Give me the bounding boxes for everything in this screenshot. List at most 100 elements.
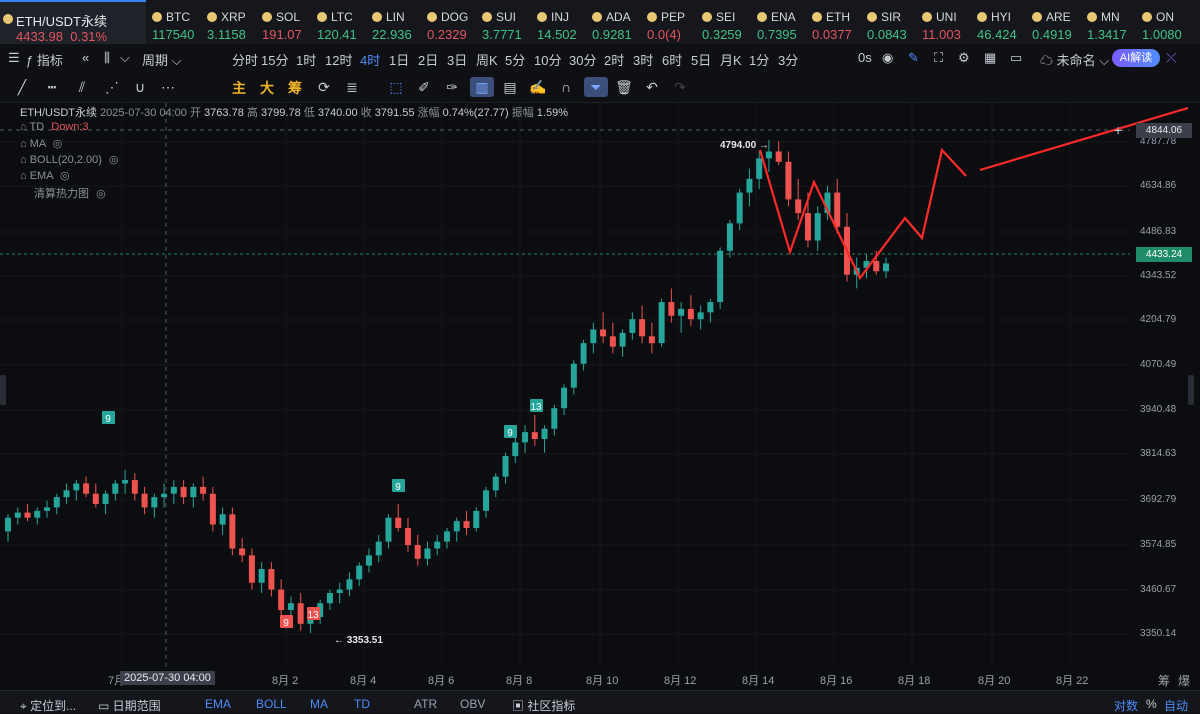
locate-button[interactable]: ⌖ 定位到... [20, 697, 76, 714]
chips-axis-label[interactable]: 筹 [1158, 672, 1170, 689]
candles-tool-icon[interactable]: ▥ [470, 77, 494, 97]
brush-icon[interactable]: ✑ [442, 77, 462, 97]
period-dropdown[interactable]: 周期 ⌵ [142, 50, 181, 69]
ruler-tool-icon[interactable]: ┅ [42, 77, 62, 97]
note-icon[interactable]: ✍ [528, 77, 548, 97]
filter-icon[interactable]: ⏷ [584, 77, 608, 97]
ticker-item[interactable]: DOG 0.2329 [425, 6, 479, 42]
settings-icon[interactable]: ⚙ [958, 50, 970, 66]
price-tick: 4486.83 [1140, 226, 1177, 237]
ai-analysis-button[interactable]: AI解读 [1112, 49, 1160, 67]
main-force-button[interactable]: 主 [232, 78, 246, 98]
period-tab[interactable]: 4时 [360, 50, 380, 69]
indicator-heatmap[interactable]: 清算热力图 ◎ [34, 185, 106, 201]
percent-toggle[interactable]: % [1146, 697, 1157, 711]
ticker-item[interactable]: SIR 0.0843 [865, 6, 919, 42]
period-tab[interactable]: 6时 [662, 50, 682, 69]
period-tab[interactable]: 2时 [604, 50, 624, 69]
more-tools-icon[interactable]: ⋯ [158, 77, 178, 97]
cloud-icon[interactable]: ☁ 未命名 ⌵ [1040, 50, 1109, 69]
period-tab[interactable]: 5分 [505, 50, 525, 69]
ticker-item[interactable]: UNI 11.003 [920, 6, 974, 42]
ticker-item[interactable]: ADA 0.9281 [590, 6, 644, 42]
ticker-item[interactable]: PEP 0.0(4) [645, 6, 699, 42]
curve-tool-icon[interactable]: ∪ [130, 77, 150, 97]
period-tab[interactable]: 1时 [296, 50, 316, 69]
chips-button[interactable]: 筹 [288, 78, 302, 98]
period-tab[interactable]: 3日 [447, 50, 467, 69]
bottom-ma[interactable]: MA [310, 697, 328, 711]
period-tab[interactable]: 分时 [232, 50, 258, 69]
period-tab[interactable]: 3分 [778, 50, 798, 69]
big-order-button[interactable]: 大 [260, 78, 274, 98]
indicator-boll[interactable]: ⌂ BOLL(20,2.00) ◎ [20, 153, 119, 166]
auto-scale-toggle[interactable]: 自动 [1164, 697, 1188, 714]
liquidation-axis-label[interactable]: 爆 [1178, 672, 1190, 689]
community-indicators[interactable]: ▣ 社区指标 [512, 697, 575, 714]
ticker-item[interactable]: XRP 3.1158 [205, 6, 259, 42]
period-tab[interactable]: 2日 [418, 50, 438, 69]
period-tab[interactable]: 10分 [534, 50, 561, 69]
bottom-td[interactable]: TD [354, 697, 370, 711]
bottom-ema[interactable]: EMA [205, 697, 231, 711]
period-tab[interactable]: 12时 [325, 50, 352, 69]
parallel-tool-icon[interactable]: ⫽ [72, 77, 92, 97]
log-scale-toggle[interactable]: 对数 [1114, 697, 1138, 714]
period-tab[interactable]: 1日 [389, 50, 409, 69]
period-tab[interactable]: 5日 [691, 50, 711, 69]
redo-icon[interactable]: ↷ [670, 77, 690, 97]
ticker-item[interactable]: LIN 22.936 [370, 6, 424, 42]
ticker-item[interactable]: SEI 0.3259 [700, 6, 754, 42]
ticker-item[interactable]: BTC 117540 [150, 6, 204, 42]
pen-icon[interactable]: ✎ [908, 50, 919, 66]
line-tool-icon[interactable]: ╱ [12, 77, 32, 97]
ticker-item[interactable]: SOL 191.07 [260, 6, 314, 42]
menu-icon[interactable]: ☰ [8, 50, 20, 66]
layout-icon[interactable]: ⫼ [104, 50, 110, 66]
bottom-obv[interactable]: OBV [460, 697, 485, 711]
undo-icon[interactable]: ↶ [642, 77, 662, 97]
period-tab[interactable]: 30分 [569, 50, 596, 69]
ticker-active-eth[interactable]: ETH/USDT永续 4433.98 0.31% [0, 0, 146, 44]
add-alert-icon[interactable]: + [1114, 122, 1122, 138]
ticker-item[interactable]: ON 1.0080 [1140, 6, 1194, 42]
date-range-button[interactable]: ▭ 日期范围 [98, 697, 161, 714]
price-chart[interactable]: 9 9 13 9 9 13 4794.00 → ← 3353.51 [0, 103, 1200, 690]
share-icon[interactable]: ⤬ [1166, 50, 1176, 66]
clipboard-icon[interactable]: ▤ [500, 77, 520, 97]
ticker-item[interactable]: HYI 46.424 [975, 6, 1029, 42]
fullscreen-icon[interactable]: ⛶ [934, 50, 943, 66]
ticker-item[interactable]: ETH 0.0377 [810, 6, 864, 42]
period-tab[interactable]: 15分 [261, 50, 288, 69]
bottom-atr[interactable]: ATR [414, 697, 437, 711]
panel-icon[interactable]: ▭ [1010, 50, 1022, 66]
candle-type-icon[interactable]: ⌵ [120, 50, 130, 66]
ticker-item[interactable]: INJ 14.502 [535, 6, 589, 42]
period-tab[interactable]: 1分 [749, 50, 769, 69]
indicator-ma[interactable]: ⌂ MA ◎ [20, 137, 62, 150]
period-tab[interactable]: 3时 [633, 50, 653, 69]
grid-icon[interactable]: ▦ [984, 50, 996, 66]
ticker-item[interactable]: LTC 120.41 [315, 6, 369, 42]
ticker-item[interactable]: ENA 0.7395 [755, 6, 809, 42]
sync-icon[interactable]: ⟳ [314, 77, 334, 97]
period-tab[interactable]: 周K [476, 50, 498, 69]
indicator-ema[interactable]: ⌂ EMA ◎ [20, 169, 70, 182]
ticker-item[interactable]: ARE 0.4919 [1030, 6, 1084, 42]
fold-icon[interactable]: « [82, 50, 89, 65]
fib-tool-icon[interactable]: ⋰ [102, 77, 122, 97]
indicator-button[interactable]: ƒ 指标 [26, 50, 63, 69]
indicator-td[interactable]: ⌂ TD Down:3 [20, 121, 89, 133]
camera-icon[interactable]: ◉ [882, 50, 893, 66]
bottom-boll[interactable]: BOLL [256, 697, 287, 711]
bars-icon[interactable]: ≣ [342, 77, 362, 97]
period-tab[interactable]: 月K [720, 50, 742, 69]
candle-body [170, 486, 177, 494]
seconds-label[interactable]: 0s [858, 50, 872, 65]
pencil-icon[interactable]: ✐ [414, 77, 434, 97]
ticker-item[interactable]: SUI 3.7771 [480, 6, 534, 42]
magnet-icon[interactable]: ∩ [556, 77, 576, 97]
ticker-item[interactable]: MN 1.3417 [1085, 6, 1139, 42]
cursor-icon[interactable]: ⬚ [386, 77, 406, 97]
trash-icon[interactable]: 🗑 [614, 77, 634, 97]
